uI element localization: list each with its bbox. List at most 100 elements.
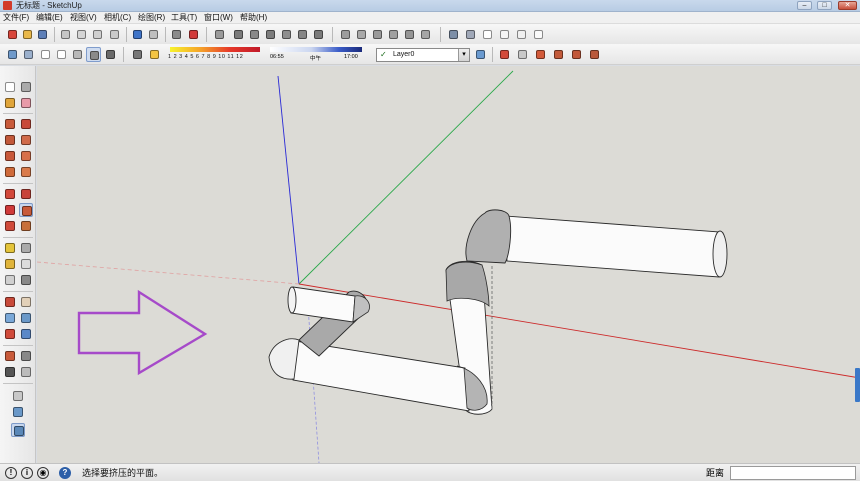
open-file-button[interactable] xyxy=(20,27,35,42)
walk-through-button[interactable] xyxy=(551,47,566,62)
top-view-button[interactable] xyxy=(463,27,478,42)
previous-view-tool[interactable] xyxy=(19,327,33,341)
walk-tool[interactable] xyxy=(3,365,17,379)
model-viewport[interactable] xyxy=(37,66,860,463)
display-shadows-button[interactable] xyxy=(147,47,162,62)
erase-button[interactable] xyxy=(107,27,122,42)
copy-button[interactable] xyxy=(74,27,89,42)
measurements-input[interactable] xyxy=(730,466,856,480)
move-tool[interactable] xyxy=(3,187,17,201)
orbit-tool[interactable] xyxy=(3,295,17,309)
pan-tool[interactable] xyxy=(19,295,33,309)
section-cut-button[interactable] xyxy=(533,47,548,62)
view-scroll-indicator[interactable] xyxy=(855,368,860,402)
save-file-button[interactable] xyxy=(35,27,50,42)
shadow-date-slider[interactable]: 1 2 3 4 5 6 7 8 9 10 11 12 xyxy=(168,46,263,63)
protractor-tool[interactable] xyxy=(3,257,17,271)
scene-canvas[interactable] xyxy=(37,66,860,463)
menu-edit[interactable]: 编辑(E) xyxy=(36,12,63,24)
sandbox-from-contours-button[interactable] xyxy=(338,27,353,42)
get-models-tool[interactable] xyxy=(11,389,25,403)
solid-union-button[interactable] xyxy=(231,27,246,42)
circle-tool[interactable] xyxy=(3,133,17,147)
right-view-button[interactable] xyxy=(497,27,512,42)
solid-trim-button[interactable] xyxy=(263,27,278,42)
hint-icon[interactable]: ? xyxy=(59,467,71,479)
position-camera-button[interactable] xyxy=(569,47,584,62)
arc-tool[interactable] xyxy=(19,133,33,147)
new-file-button[interactable] xyxy=(5,27,20,42)
user-circle-icon[interactable]: ◉ xyxy=(37,467,49,479)
push-pull-tool[interactable] xyxy=(19,187,33,201)
info-circle-icon[interactable]: ! xyxy=(5,467,17,479)
rotate-tool[interactable] xyxy=(3,203,17,217)
shaded-button[interactable] xyxy=(70,47,85,62)
look-around-button[interactable] xyxy=(587,47,602,62)
paste-button[interactable] xyxy=(90,27,105,42)
section-plane-tool[interactable] xyxy=(19,365,33,379)
outer-shell-button[interactable] xyxy=(311,27,326,42)
zoom-extents-tool[interactable] xyxy=(3,327,17,341)
tape-measure-tool[interactable] xyxy=(3,241,17,255)
layer-dropdown[interactable]: ✓ Layer0 ▾ xyxy=(376,48,470,62)
menu-help[interactable]: 帮助(H) xyxy=(240,12,267,24)
section-plane-button[interactable] xyxy=(497,47,512,62)
solid-intersect-button[interactable] xyxy=(279,27,294,42)
wireframe-button[interactable] xyxy=(38,47,53,62)
line-tool[interactable] xyxy=(19,117,33,131)
arc-2-tool[interactable] xyxy=(3,165,17,179)
help-circle-icon[interactable]: i xyxy=(21,467,33,479)
menu-draw[interactable]: 绘图(R) xyxy=(138,12,165,24)
select-tool[interactable] xyxy=(3,80,17,94)
cut-button[interactable] xyxy=(58,27,73,42)
solid-subtract-button[interactable] xyxy=(247,27,262,42)
back-edges-button[interactable] xyxy=(21,47,36,62)
follow-me-tool[interactable] xyxy=(19,203,33,217)
hidden-line-button[interactable] xyxy=(54,47,69,62)
eraser-tool[interactable] xyxy=(19,96,33,110)
print-button[interactable] xyxy=(169,27,184,42)
layer-manager-button[interactable] xyxy=(473,47,488,62)
drape-button[interactable] xyxy=(402,27,417,42)
monochrome-button[interactable] xyxy=(103,47,118,62)
freehand-tool[interactable] xyxy=(19,149,33,163)
paint-bucket-tool[interactable] xyxy=(3,96,17,110)
front-view-button[interactable] xyxy=(480,27,495,42)
back-view-button[interactable] xyxy=(514,27,529,42)
iso-view-button[interactable] xyxy=(446,27,461,42)
pie-tool[interactable] xyxy=(19,165,33,179)
extruded-pipe-model[interactable] xyxy=(268,209,728,415)
menu-camera[interactable]: 相机(C) xyxy=(104,12,131,24)
section-display-button[interactable] xyxy=(515,47,530,62)
model-info-button[interactable] xyxy=(186,27,201,42)
menu-view[interactable]: 视图(V) xyxy=(70,12,97,24)
undo-button[interactable] xyxy=(130,27,145,42)
smoove-button[interactable] xyxy=(370,27,385,42)
scale-tool[interactable] xyxy=(3,219,17,233)
menu-file[interactable]: 文件(F) xyxy=(3,12,29,24)
position-camera-tool[interactable] xyxy=(3,349,17,363)
add-detail-button[interactable] xyxy=(418,27,433,42)
zoom-tool[interactable] xyxy=(3,311,17,325)
sandbox-grid-button[interactable] xyxy=(354,27,369,42)
menu-tools[interactable]: 工具(T) xyxy=(171,12,197,24)
offset-tool[interactable] xyxy=(19,219,33,233)
dimension-tool[interactable] xyxy=(19,241,33,255)
3d-text-tool[interactable] xyxy=(19,273,33,287)
maximize-button[interactable]: □ xyxy=(817,1,832,10)
xray-button[interactable] xyxy=(5,47,20,62)
make-component-button[interactable] xyxy=(212,27,227,42)
stamp-button[interactable] xyxy=(386,27,401,42)
rectangle-tool[interactable] xyxy=(3,117,17,131)
text-tool[interactable] xyxy=(19,257,33,271)
shadow-time-slider[interactable]: 06:55 中午 17:00 xyxy=(268,46,364,63)
shadow-settings-button[interactable] xyxy=(130,47,145,62)
minimize-button[interactable]: – xyxy=(797,1,812,10)
make-component-tool[interactable] xyxy=(19,80,33,94)
solid-split-button[interactable] xyxy=(295,27,310,42)
axes-tool[interactable] xyxy=(3,273,17,287)
chevron-down-icon[interactable]: ▾ xyxy=(458,49,469,61)
extension-warehouse-tool[interactable] xyxy=(11,423,25,437)
menu-window[interactable]: 窗口(W) xyxy=(204,12,233,24)
left-view-button[interactable] xyxy=(531,27,546,42)
